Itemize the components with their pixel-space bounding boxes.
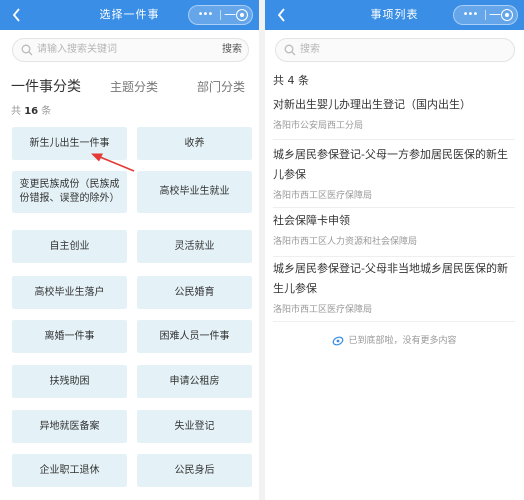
count-prefix: 共 [11, 106, 21, 117]
right-capsule-menu: ••• — [453, 5, 518, 25]
right-search-bar[interactable]: 搜索 [275, 38, 515, 62]
list-item[interactable]: 城乡居民参保登记-父母一方参加居民医保的新生儿参保 洛阳市西工区医疗保障局 [273, 145, 515, 208]
end-text: 已到底部啦，没有更多内容 [348, 336, 457, 346]
tile-remote-medical[interactable]: 异地就医备案 [12, 410, 127, 443]
tile-public-housing[interactable]: 申请公租房 [137, 365, 252, 398]
category-tabs: 一件事分类 主题分类 部门分类 [0, 72, 259, 102]
search-button[interactable]: 搜索 [222, 39, 242, 61]
tab-one-thing[interactable]: 一件事分类 [11, 72, 81, 102]
item-count: 共 4 条 [273, 74, 309, 87]
item-title: 社会保障卡申领 [273, 214, 350, 227]
search-input[interactable]: 请输入搜索关键词 [37, 39, 117, 61]
capsule-separator [485, 10, 486, 20]
left-capsule-menu: ••• — [188, 5, 253, 25]
close-circle-icon[interactable] [501, 9, 513, 21]
tile-divorce[interactable]: 离婚一件事 [12, 320, 127, 353]
tile-retirement[interactable]: 企业职工退休 [12, 454, 127, 487]
tile-self-employment[interactable]: 自主创业 [12, 230, 127, 263]
item-dept: 洛阳市公安局西工分局 [273, 121, 364, 131]
minimize-icon[interactable]: — [224, 6, 236, 24]
end-list-icon [333, 336, 344, 345]
tab-department[interactable]: 部门分类 [197, 72, 245, 102]
tile-adoption[interactable]: 收养 [137, 127, 252, 160]
list-item[interactable]: 对新出生婴儿办理出生登记（国内出生） 洛阳市公安局西工分局 [273, 95, 515, 140]
item-title: 城乡居民参保登记-父母一方参加居民医保的新生儿参保 [273, 148, 508, 181]
close-circle-icon[interactable] [236, 9, 248, 21]
count-value: 16 [24, 106, 39, 117]
tile-graduate-household[interactable]: 高校毕业生落户 [12, 276, 127, 309]
search-icon [21, 44, 33, 56]
capsule-separator [220, 10, 221, 20]
item-dept: 洛阳市西工区医疗保障局 [273, 191, 373, 201]
right-title-bar: 事项列表 ••• — [265, 0, 524, 30]
list-item[interactable]: 城乡居民参保登记-父母非当地城乡居民医保的新生儿参保 洛阳市西工区医疗保障局 [273, 259, 515, 322]
count-suffix: 条 [41, 106, 52, 117]
minimize-icon[interactable]: — [489, 6, 501, 24]
more-dots-icon[interactable]: ••• [460, 6, 480, 24]
item-dept: 洛阳市西工区医疗保障局 [273, 305, 373, 315]
annotation-arrow-icon [91, 153, 135, 172]
right-panel: 事项列表 ••• — 搜索 共 4 条 对新出生婴儿办理出生登记（国内出生） 洛… [265, 0, 524, 500]
tile-flexible-employment[interactable]: 灵活就业 [137, 230, 252, 263]
tile-unemployment-reg[interactable]: 失业登记 [137, 410, 252, 443]
end-of-list: 已到底部啦，没有更多内容 [265, 333, 524, 347]
search-icon [284, 44, 296, 56]
item-dept: 洛阳市西工区人力资源和社会保障局 [273, 237, 418, 247]
tile-hardship[interactable]: 困难人员一件事 [137, 320, 252, 353]
left-panel: 选择一件事 ••• — 请输入搜索关键词 搜索 一件事分类 主题分类 部门分类 … [0, 0, 259, 500]
left-title-bar: 选择一件事 ••• — [0, 0, 259, 30]
result-count: 共 16 条 [11, 102, 51, 117]
tile-after-death[interactable]: 公民身后 [137, 454, 252, 487]
tile-graduate-employment[interactable]: 高校毕业生就业 [137, 171, 252, 213]
more-dots-icon[interactable]: ••• [195, 6, 215, 24]
item-title: 对新出生婴儿办理出生登记（国内出生） [273, 98, 471, 111]
left-search-bar[interactable]: 请输入搜索关键词 搜索 [12, 38, 249, 62]
item-title: 城乡居民参保登记-父母非当地城乡居民医保的新生儿参保 [273, 262, 508, 295]
tab-theme[interactable]: 主题分类 [110, 72, 158, 102]
tile-ethnicity-change[interactable]: 变更民族成份（民族成份错报、误登的除外） [12, 171, 127, 213]
search-input[interactable]: 搜索 [300, 39, 320, 61]
tile-disability-aid[interactable]: 扶残助困 [12, 365, 127, 398]
list-item[interactable]: 社会保障卡申领 洛阳市西工区人力资源和社会保障局 [273, 211, 515, 257]
tile-marriage-birth[interactable]: 公民婚育 [137, 276, 252, 309]
